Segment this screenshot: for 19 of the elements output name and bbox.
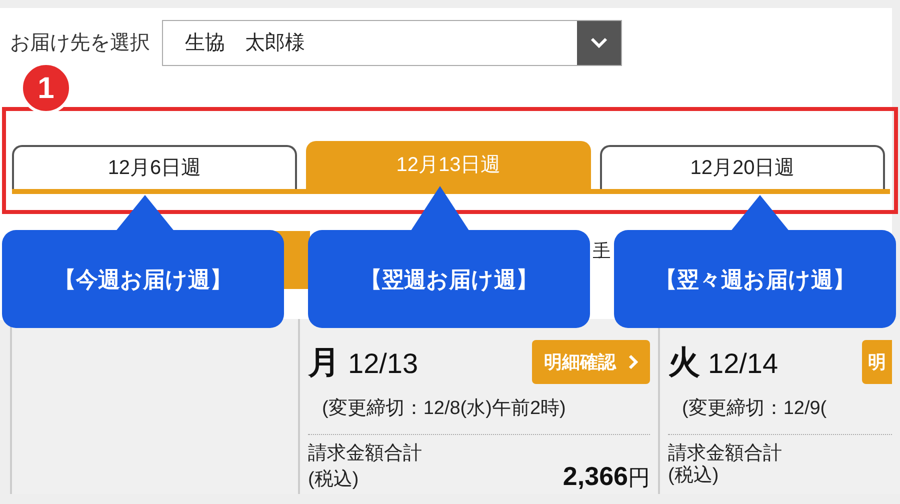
callout-pointer <box>410 186 470 232</box>
date-label: 12/13 <box>348 347 418 381</box>
deadline-text: (変更締切：12/9( <box>681 397 828 421</box>
total-label: 請求金額合計 <box>308 442 423 464</box>
week-tab[interactable]: 12月6日週 <box>12 145 297 189</box>
weekday-label: 火 <box>668 343 700 382</box>
amount-text: 2,366円 <box>562 464 650 488</box>
weekday-label: 月 <box>308 343 340 382</box>
chevron-down-icon <box>577 21 621 65</box>
tax-label: (税込) <box>308 468 359 490</box>
deadline-text: (変更締切：12/8(水)午前2時) <box>321 397 567 421</box>
delivery-label: お届け先を選択 <box>10 31 150 56</box>
total-label: 請求金額合計 <box>668 442 783 464</box>
chevron-right-icon <box>628 354 638 370</box>
delivery-select[interactable]: 生協 太郎様 <box>162 20 622 66</box>
procedure-link[interactable]: 手 <box>593 241 610 261</box>
tax-label: (税込) <box>668 464 719 486</box>
date-label: 12/14 <box>708 347 778 381</box>
week-tab[interactable]: 12月20日週 <box>600 145 885 189</box>
